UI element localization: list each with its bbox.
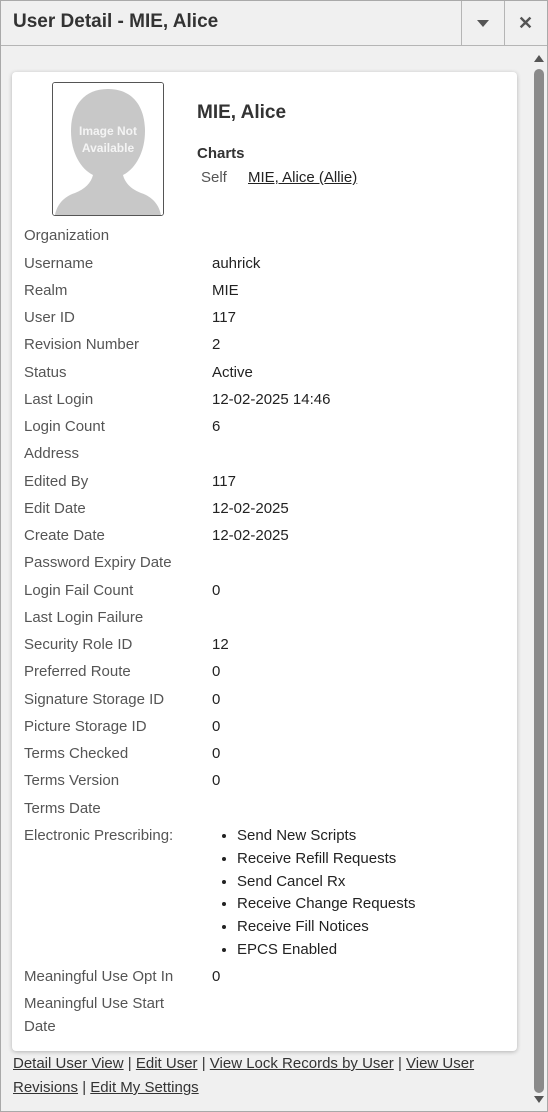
field-value-username: auhrick	[212, 255, 261, 272]
erx-item-send-new-scripts: Send New Scripts	[237, 825, 415, 848]
link-detail-user-view[interactable]: Detail User View	[13, 1055, 124, 1072]
field-label-signature-storage-id: Signature Storage ID	[24, 691, 165, 708]
image-not-available-text: Image Not Available	[53, 123, 163, 157]
link-separator: |	[201, 1055, 206, 1072]
content-area: Image Not Available MIE, Alice Charts Se…	[1, 47, 531, 1111]
field-value-security-role-id: 12	[212, 636, 229, 653]
field-label-last-login-failure: Last Login Failure	[24, 609, 144, 626]
link-edit-user[interactable]: Edit User	[136, 1055, 198, 1072]
erx-item-receive-fill-notices: Receive Fill Notices	[237, 916, 415, 939]
window-title: User Detail - MIE, Alice	[13, 11, 219, 32]
user-name-heading: MIE, Alice	[197, 102, 287, 123]
user-detail-window: User Detail - MIE, Alice ✕ Image Not Ava…	[0, 0, 548, 1112]
scroll-down-icon[interactable]	[534, 1096, 544, 1103]
field-label-last-login: Last Login	[24, 391, 94, 408]
field-value-user-id: 117	[212, 309, 236, 326]
erx-item-receive-refill-requests: Receive Refill Requests	[237, 848, 415, 871]
field-value-terms-version: 0	[212, 772, 221, 789]
link-separator: |	[82, 1079, 87, 1096]
field-value-signature-storage-id: 0	[212, 691, 221, 708]
field-value-status: Active	[212, 364, 253, 381]
chart-relation: Self	[201, 169, 227, 186]
charts-heading: Charts	[197, 145, 245, 162]
field-label-preferred-route: Preferred Route	[24, 663, 131, 680]
field-label-create-date: Create Date	[24, 527, 105, 544]
field-value-create-date: 12-02-2025	[212, 527, 289, 544]
field-label-username: Username	[24, 255, 94, 272]
field-label-status: Status	[24, 364, 67, 381]
field-label-revision-number: Revision Number	[24, 336, 140, 353]
close-button[interactable]: ✕	[504, 1, 546, 45]
field-label-meaningful-use-opt-in: Meaningful Use Opt In	[24, 968, 174, 985]
field-label-login-count: Login Count	[24, 418, 105, 435]
field-value-picture-storage-id: 0	[212, 718, 221, 735]
field-label-edited-by: Edited By	[24, 473, 89, 490]
chart-link[interactable]: MIE, Alice (Allie)	[248, 169, 357, 186]
erx-item-send-cancel-rx: Send Cancel Rx	[237, 871, 415, 894]
field-label-password-expiry-date: Password Expiry Date	[24, 554, 172, 571]
user-detail-card: Image Not Available MIE, Alice Charts Se…	[12, 72, 517, 1051]
field-label-login-fail-count: Login Fail Count	[24, 582, 134, 599]
field-value-edit-date: 12-02-2025	[212, 500, 289, 517]
scrollbar-thumb[interactable]	[534, 69, 544, 1093]
electronic-prescribing-list: Send New Scripts Receive Refill Requests…	[237, 825, 415, 962]
field-label-edit-date: Edit Date	[24, 500, 86, 517]
field-value-terms-checked: 0	[212, 745, 221, 762]
erx-item-epcs-enabled: EPCS Enabled	[237, 939, 415, 962]
field-label-terms-version: Terms Version	[24, 772, 120, 789]
field-label-realm: Realm	[24, 282, 68, 299]
field-label-meaningful-use-start-date: Date	[24, 1018, 56, 1035]
photo-text-line2: Available	[81, 141, 135, 155]
field-label-electronic-prescribing: Electronic Prescribing:	[24, 827, 174, 844]
title-bar: User Detail - MIE, Alice ✕	[1, 1, 547, 46]
scroll-up-icon[interactable]	[534, 55, 544, 62]
user-photo-placeholder: Image Not Available	[52, 82, 164, 216]
link-separator: |	[127, 1055, 132, 1072]
field-value-login-fail-count: 0	[212, 582, 221, 599]
chevron-down-icon	[476, 19, 489, 27]
field-label-terms-checked: Terms Checked	[24, 745, 129, 762]
field-value-realm: MIE	[212, 282, 239, 299]
field-value-login-count: 6	[212, 418, 221, 435]
field-label-security-role-id: Security Role ID	[24, 636, 133, 653]
field-label-user-id: User ID	[24, 309, 75, 326]
field-value-edited-by: 117	[212, 473, 236, 490]
field-label-organization: Organization	[24, 227, 110, 244]
field-label-meaningful-use-start: Meaningful Use Start	[24, 995, 165, 1012]
close-icon: ✕	[517, 12, 534, 33]
field-label-address: Address	[24, 445, 80, 462]
link-view-lock-records[interactable]: View Lock Records by User	[210, 1055, 394, 1072]
field-value-last-login: 12-02-2025 14:46	[212, 391, 331, 408]
erx-item-receive-change-requests: Receive Change Requests	[237, 893, 415, 916]
field-value-revision-number: 2	[212, 336, 221, 353]
field-value-preferred-route: 0	[212, 663, 221, 680]
photo-text-line1: Image Not	[78, 124, 137, 138]
footer-links: Detail User View | Edit User | View Lock…	[13, 1052, 513, 1100]
link-separator: |	[397, 1055, 402, 1072]
collapse-button[interactable]	[461, 1, 503, 45]
link-edit-my-settings[interactable]: Edit My Settings	[90, 1079, 198, 1096]
field-label-picture-storage-id: Picture Storage ID	[24, 718, 147, 735]
field-label-terms-date: Terms Date	[24, 800, 101, 817]
field-value-meaningful-use-opt-in: 0	[212, 968, 221, 985]
vertical-scrollbar[interactable]	[531, 47, 547, 1111]
